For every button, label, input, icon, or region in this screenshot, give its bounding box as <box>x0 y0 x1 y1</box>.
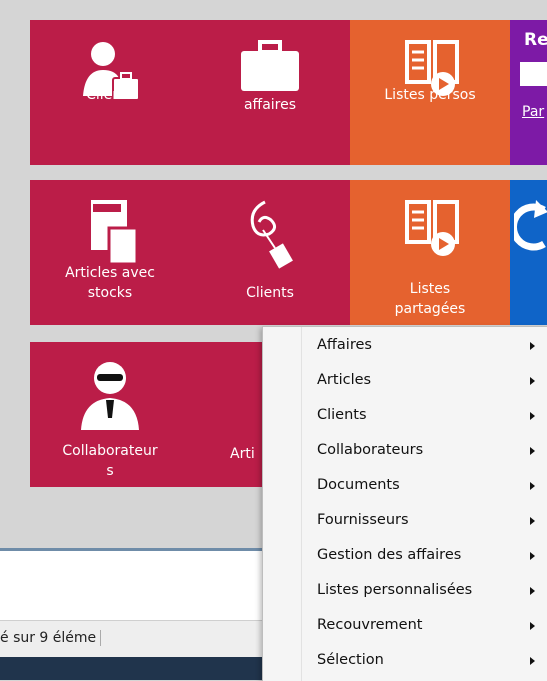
submenu-arrow-icon <box>530 377 535 385</box>
menu-item-clients[interactable]: Clients <box>263 399 547 433</box>
tile-label: Articles avec stocks <box>65 265 155 301</box>
menu-item-label: Sélection <box>317 652 384 668</box>
tile-label: Arti <box>230 446 255 462</box>
submenu-arrow-icon <box>530 342 535 350</box>
submenu-arrow-icon <box>530 622 535 630</box>
agent-icon <box>30 360 190 430</box>
menu-item-fournisseurs[interactable]: Fournisseurs <box>263 504 547 538</box>
menu-item-recouvrement[interactable]: Recouvrement <box>263 609 547 643</box>
search-link[interactable]: Par <box>522 102 544 122</box>
menu-item-label: Fournisseurs <box>317 512 409 528</box>
tile-label: Listes persos <box>384 87 476 103</box>
tile-clients[interactable]: Clients <box>30 20 190 165</box>
tile-refresh[interactable] <box>510 180 547 325</box>
tile-clients-2[interactable]: Clients <box>190 180 350 325</box>
menu-item-label: Affaires <box>317 337 372 353</box>
refresh-icon <box>510 198 547 264</box>
tile-recherche[interactable]: Re Par <box>510 20 547 165</box>
tag-icon <box>190 198 350 273</box>
menu-item-label: Articles <box>317 372 372 388</box>
tile-collaborateurs[interactable]: Collaborateur s <box>30 342 190 487</box>
menu-item-label: Listes personnalisées <box>317 582 473 598</box>
tile-listes-persos[interactable]: Listes persos <box>350 20 510 165</box>
status-count: é sur 9 éléme <box>0 630 102 646</box>
menu-item-label: Documents <box>317 477 400 493</box>
menu-item-documents[interactable]: Documents <box>263 469 547 503</box>
menu-item-label: Gestion des affaires <box>317 547 462 563</box>
tile-listes-partagees[interactable]: Listes partagées <box>350 180 510 325</box>
submenu-arrow-icon <box>530 447 535 455</box>
tile-label: Collaborateur s <box>62 443 158 479</box>
menu-item-listes-personnalisees[interactable]: Listes personnalisées <box>263 574 547 608</box>
tile-codes-affaires[interactable]: Codes affaires <box>190 20 350 165</box>
tile-label: Codes affaires <box>243 77 297 113</box>
search-input[interactable] <box>520 62 547 86</box>
submenu-arrow-icon <box>530 552 535 560</box>
submenu-arrow-icon <box>530 517 535 525</box>
menu-item-gestion-des-affaires[interactable]: Gestion des affaires <box>263 539 547 573</box>
tile-label: Listes partagées <box>394 281 466 317</box>
menu-item-label: Clients <box>317 407 367 423</box>
submenu-arrow-icon <box>530 657 535 665</box>
tile-label: Clients <box>86 87 134 103</box>
tile-label: Clients <box>246 285 294 301</box>
menu-item-articles[interactable]: Articles <box>263 364 547 398</box>
submenu-arrow-icon <box>530 482 535 490</box>
documents-icon <box>30 198 190 268</box>
submenu-arrow-icon <box>530 412 535 420</box>
menu-item-affaires[interactable]: Affaires <box>263 329 547 363</box>
submenu-arrow-icon <box>530 587 535 595</box>
menu-item-label: Collaborateurs <box>317 442 424 458</box>
tile-articles-avec-stocks[interactable]: Articles avec stocks <box>30 180 190 325</box>
menu-item-selection[interactable]: Sélection <box>263 644 547 678</box>
list-arrow-icon <box>350 198 510 268</box>
tile-label: Re <box>524 30 547 50</box>
context-menu: Affaires Articles Clients Collaborateurs… <box>262 326 547 681</box>
menu-item-collaborateurs[interactable]: Collaborateurs <box>263 434 547 468</box>
menu-item-label: Recouvrement <box>317 617 423 633</box>
